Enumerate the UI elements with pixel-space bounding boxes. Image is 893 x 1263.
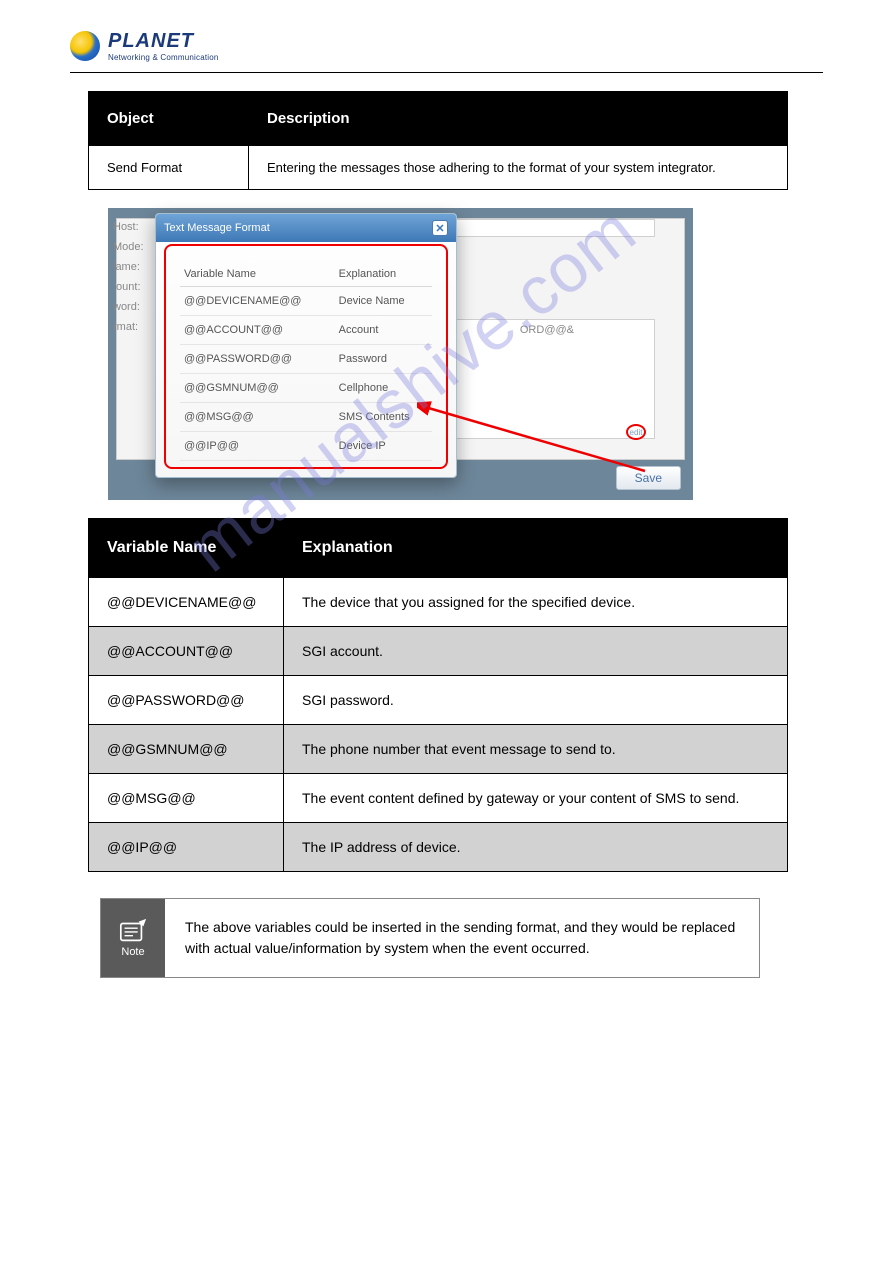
label-host: Host: xyxy=(113,221,139,233)
variable-explanation-table: Variable Name Explanation @@DEVICENAME@@… xyxy=(88,518,788,872)
note-text: The above variables could be inserted in… xyxy=(165,899,759,977)
popup-row: @@IP@@Device IP xyxy=(180,432,432,461)
cell-exp: The device that you assigned for the spe… xyxy=(284,578,788,627)
label-name: lame: xyxy=(113,261,140,273)
popup-row: @@ACCOUNT@@Account xyxy=(180,316,432,345)
table-row: @@GSMNUM@@The phone number that event me… xyxy=(89,725,788,774)
popup-exp: Account xyxy=(335,316,432,345)
label-account: :ount: xyxy=(113,281,141,293)
note-label: Note xyxy=(121,946,144,958)
col-variable-name: Variable Name xyxy=(89,519,284,578)
row-description: Entering the messages those adhering to … xyxy=(249,146,788,190)
logo-tagline: Networking & Communication xyxy=(108,53,219,62)
table-row: @@PASSWORD@@SGI password. xyxy=(89,676,788,725)
popup-exp: Device IP xyxy=(335,432,432,461)
header-divider xyxy=(70,72,823,73)
cell-exp: SGI account. xyxy=(284,627,788,676)
popup-row: @@DEVICENAME@@Device Name xyxy=(180,287,432,316)
label-format: rmat: xyxy=(113,321,138,333)
popup-var: @@DEVICENAME@@ xyxy=(180,287,335,316)
popup-title: Text Message Format xyxy=(164,222,270,234)
popup-exp: Device Name xyxy=(335,287,432,316)
edit-format-button[interactable]: edit xyxy=(626,424,646,440)
send-format-table: Object Description Send Format Entering … xyxy=(88,91,788,190)
cell-var: @@IP@@ xyxy=(89,823,284,872)
logo-globe-icon xyxy=(70,31,100,61)
col-object: Object xyxy=(89,92,249,146)
table-row: @@IP@@The IP address of device. xyxy=(89,823,788,872)
cell-var: @@PASSWORD@@ xyxy=(89,676,284,725)
cell-exp: The IP address of device. xyxy=(284,823,788,872)
cell-exp: SGI password. xyxy=(284,676,788,725)
cell-var: @@ACCOUNT@@ xyxy=(89,627,284,676)
note-box: Note The above variables could be insert… xyxy=(100,898,760,978)
popup-var: @@MSG@@ xyxy=(180,403,335,432)
save-button[interactable]: Save xyxy=(616,466,681,490)
sms-format-screenshot: Host: Mode: lame: :ount: word: rmat: ORD… xyxy=(108,208,693,500)
close-icon[interactable]: ✕ xyxy=(432,220,448,236)
format-fragment: ORD@@& xyxy=(520,324,574,336)
popup-var: @@PASSWORD@@ xyxy=(180,345,335,374)
popup-var: @@GSMNUM@@ xyxy=(180,374,335,403)
label-mode: Mode: xyxy=(113,241,144,253)
popup-var: @@ACCOUNT@@ xyxy=(180,316,335,345)
popup-row: @@MSG@@SMS Contents xyxy=(180,403,432,432)
table-row: @@DEVICENAME@@The device that you assign… xyxy=(89,578,788,627)
table-row: @@MSG@@The event content defined by gate… xyxy=(89,774,788,823)
cell-var: @@DEVICENAME@@ xyxy=(89,578,284,627)
logo: PLANET Networking & Communication xyxy=(70,30,823,62)
col-explanation: Explanation xyxy=(284,519,788,578)
popup-col-explanation: Explanation xyxy=(335,262,432,287)
row-object: Send Format xyxy=(89,146,249,190)
popup-row: @@PASSWORD@@Password xyxy=(180,345,432,374)
col-description: Description xyxy=(249,92,788,146)
cell-var: @@MSG@@ xyxy=(89,774,284,823)
popup-exp: Cellphone xyxy=(335,374,432,403)
popup-exp: SMS Contents xyxy=(335,403,432,432)
cell-exp: The event content defined by gateway or … xyxy=(284,774,788,823)
popup-exp: Password xyxy=(335,345,432,374)
cell-var: @@GSMNUM@@ xyxy=(89,725,284,774)
popup-col-variable: Variable Name xyxy=(180,262,335,287)
table-row: @@ACCOUNT@@SGI account. xyxy=(89,627,788,676)
logo-brand: PLANET xyxy=(108,30,219,53)
cell-exp: The phone number that event message to s… xyxy=(284,725,788,774)
text-message-format-popup: Text Message Format ✕ Variable Name Expl… xyxy=(155,213,457,478)
popup-var: @@IP@@ xyxy=(180,432,335,461)
label-password: word: xyxy=(113,301,140,313)
note-icon: Note xyxy=(101,899,165,977)
popup-row: @@GSMNUM@@Cellphone xyxy=(180,374,432,403)
